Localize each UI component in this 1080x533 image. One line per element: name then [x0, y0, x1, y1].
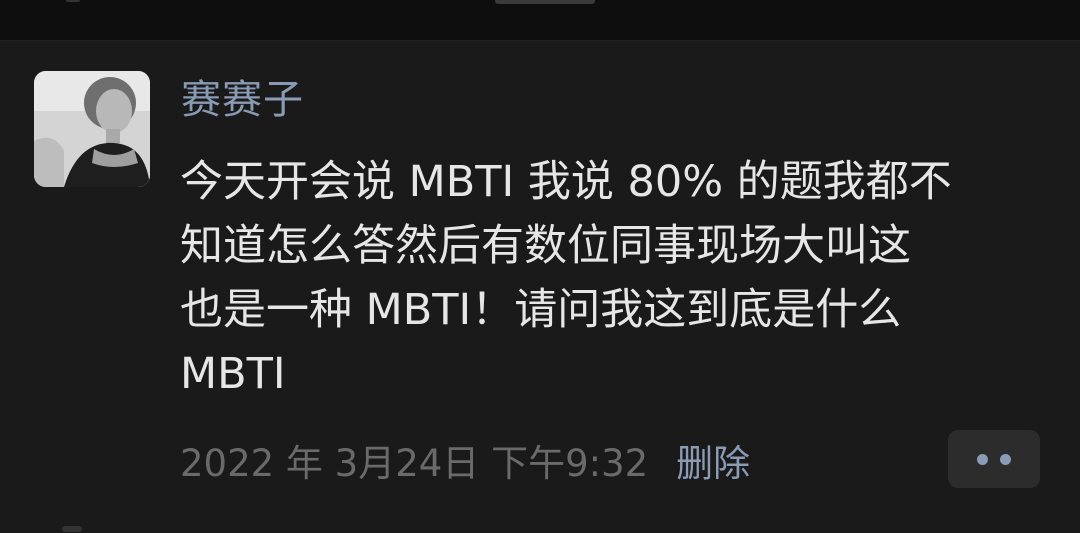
next-item-cutoff	[62, 526, 82, 532]
post-timestamp: 2022 年 3月24日 下午9:32	[180, 442, 649, 485]
delete-link[interactable]: 删除	[676, 433, 750, 487]
user-avatar-photo	[34, 71, 150, 187]
post-meta: 2022 年 3月24日 下午9:32 删除	[180, 432, 750, 488]
back-icon[interactable]	[66, 0, 80, 2]
post-text-line: 知道怎么答然后有数位同事现场大叫这	[180, 221, 911, 271]
nav-title-cutoff	[495, 0, 595, 4]
more-dots-icon	[977, 453, 988, 465]
post-content: 今天开会说 MBTI 我说 80% 的题我都不 知道怎么答然后有数位同事现场大叫…	[180, 150, 1050, 406]
post-text-line: 今天开会说 MBTI 我说 80% 的题我都不	[180, 157, 952, 207]
more-dots-icon	[1000, 453, 1011, 465]
avatar[interactable]	[34, 71, 150, 187]
post-text-line: 也是一种 MBTI！请问我这到底是什么	[180, 285, 902, 335]
username[interactable]: 赛赛子	[181, 72, 304, 128]
post-text-line: MBTI	[180, 349, 286, 399]
top-nav-bar	[0, 0, 1080, 41]
more-button[interactable]	[948, 430, 1040, 488]
